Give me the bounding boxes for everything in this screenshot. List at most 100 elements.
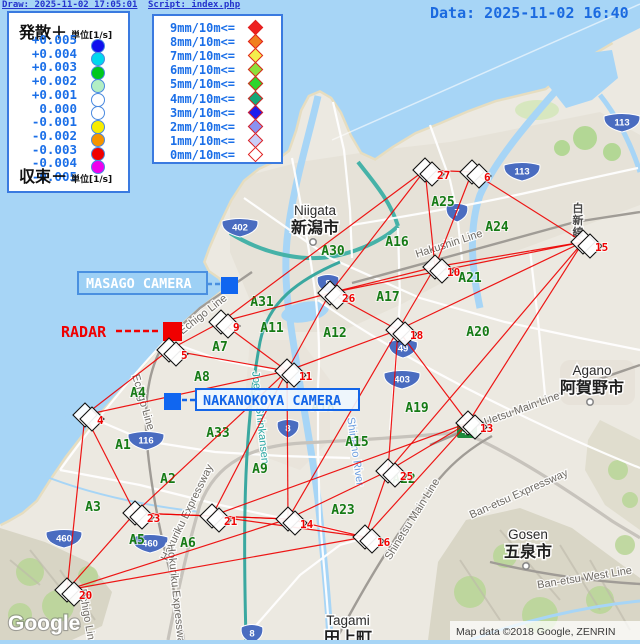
nakanokoya-camera-marker[interactable] xyxy=(164,393,181,410)
area-label: A8 xyxy=(194,370,210,385)
node-number: 11 xyxy=(299,370,313,383)
divergence-color-swatch xyxy=(91,133,105,147)
radar-marker[interactable] xyxy=(163,322,182,341)
area-label: A30 xyxy=(321,244,345,259)
node-number: 15 xyxy=(595,241,608,254)
area-label: A19 xyxy=(405,401,428,416)
rainfall-legend: 9mm/10m<=8mm/10m<=7mm/10m<=6mm/10m<=5mm/… xyxy=(152,14,283,164)
divergence-value: +0.002 xyxy=(15,74,77,87)
route-badge-number: 49 xyxy=(398,344,409,355)
divergence-color-swatch xyxy=(91,79,105,93)
divergence-value: 0.000 xyxy=(15,102,77,115)
rainfall-threshold-label: 2mm/10m<= xyxy=(170,120,235,134)
city-marker-dot xyxy=(310,239,316,245)
route-badge-number: 460 xyxy=(56,534,72,545)
city-name-ja: 田上町 xyxy=(324,629,372,640)
node-number: 27 xyxy=(437,169,450,182)
rainfall-color-swatch xyxy=(248,104,264,120)
area-label: A23 xyxy=(331,503,354,518)
rainfall-threshold-label: 3mm/10m<= xyxy=(170,106,235,120)
divergence-color-swatch xyxy=(91,39,105,53)
area-label: A15 xyxy=(345,435,368,450)
city-name-en: Tagami xyxy=(326,613,370,628)
area-label: A24 xyxy=(485,220,509,235)
route-badge-number: 116 xyxy=(138,436,153,447)
rainfall-threshold-label: 9mm/10m<= xyxy=(170,21,235,35)
area-label: A16 xyxy=(385,235,409,250)
rainfall-color-swatch xyxy=(248,147,264,163)
divergence-value: -0.002 xyxy=(15,129,77,142)
route-badge: 8 xyxy=(241,625,263,641)
node-number: 10 xyxy=(447,266,460,279)
area-label: A21 xyxy=(458,271,482,286)
city-marker-dot xyxy=(523,563,529,569)
google-logo: Google xyxy=(8,612,80,635)
area-label: A2 xyxy=(160,472,176,487)
rainfall-color-swatch xyxy=(248,118,264,134)
city-name-en: Agano xyxy=(572,363,611,378)
divergence-color-swatch xyxy=(91,106,105,120)
monitoring-page: 40211311371164604608884940349 Echigo Lin… xyxy=(0,0,640,640)
rainfall-threshold-label: 4mm/10m<= xyxy=(170,92,235,106)
city-name-en: Gosen xyxy=(508,527,548,542)
rainfall-threshold-label: 7mm/10m<= xyxy=(170,49,235,63)
city-label: Tagami田上町 xyxy=(324,613,372,640)
rainfall-color-swatch xyxy=(248,76,264,92)
divergence-value: +0.005 xyxy=(15,33,77,46)
node-number: 4 xyxy=(97,414,104,427)
data-timestamp: Data: 2025-11-02 16:40 xyxy=(430,4,629,22)
divergence-color-swatch xyxy=(91,93,105,107)
area-label: A9 xyxy=(252,462,268,477)
divergence-value: +0.004 xyxy=(15,47,77,60)
area-label: A11 xyxy=(260,321,284,336)
node-number: 16 xyxy=(377,536,391,549)
city-name-ja: 新潟市 xyxy=(291,218,339,237)
node-number: 23 xyxy=(147,512,160,525)
city-name-ja: 阿賀野市 xyxy=(560,378,624,397)
route-badge-number: 113 xyxy=(614,118,629,129)
area-label: A4 xyxy=(130,386,146,401)
masago-camera-label[interactable]: MASAGO CAMERA xyxy=(78,272,220,294)
node-number: 9 xyxy=(233,321,240,334)
node-number: 21 xyxy=(224,515,238,528)
node-number: 13 xyxy=(480,422,493,435)
divergence-value: +0.001 xyxy=(15,88,77,101)
rainfall-threshold-label: 5mm/10m<= xyxy=(170,77,235,91)
convergence-legend-unit: 単位[1/s] xyxy=(71,175,112,185)
draw-timestamp: Draw: 2025-11-02 17:05:01 xyxy=(2,0,137,10)
rainfall-threshold-label: 6mm/10m<= xyxy=(170,63,235,77)
city-marker-dot xyxy=(587,399,593,405)
attribution-text: Map data ©2018 Google, ZENRIN xyxy=(456,626,615,638)
radar-label-text: RADAR xyxy=(61,323,107,341)
masago-camera-label-text: MASAGO CAMERA xyxy=(86,276,192,292)
script-name: Script: index.php xyxy=(148,0,240,10)
nakanokoya-camera-label[interactable]: NAKANOKOYA CAMERA xyxy=(182,389,359,410)
area-label: A25 xyxy=(431,195,454,210)
node-number: 20 xyxy=(79,589,92,602)
route-badge-number: 403 xyxy=(394,375,410,386)
area-label: A7 xyxy=(212,340,228,355)
rainfall-threshold-label: 1mm/10m<= xyxy=(170,134,235,148)
rainfall-threshold-label: 8mm/10m<= xyxy=(170,35,235,49)
masago-camera-marker[interactable] xyxy=(221,277,238,294)
nakanokoya-camera-label-text: NAKANOKOYA CAMERA xyxy=(203,393,341,409)
area-label: A3 xyxy=(85,500,101,515)
area-label: A20 xyxy=(466,325,490,340)
area-label: A5 xyxy=(129,533,145,548)
route-badge-number: 8 xyxy=(249,629,254,640)
divergence-legend: 発散＋単位[1/s] +0.005+0.004+0.003+0.002+0.00… xyxy=(7,11,130,193)
area-label: A17 xyxy=(376,290,399,305)
rainfall-color-swatch xyxy=(248,90,264,106)
divergence-value: -0.001 xyxy=(15,115,77,128)
convergence-legend-title: 収束－単位[1/s] xyxy=(19,163,112,187)
node-number: 25 xyxy=(400,470,413,483)
node-number: 14 xyxy=(300,518,314,531)
rainfall-threshold-label: 0mm/10m<= xyxy=(170,148,235,162)
node-number: 18 xyxy=(410,329,423,342)
divergence-color-swatch xyxy=(91,52,105,66)
city-name-en: Niigata xyxy=(294,203,337,218)
route-badge-number: 402 xyxy=(232,223,248,234)
route-badge-number: 113 xyxy=(514,167,529,178)
area-label: A12 xyxy=(323,326,346,341)
node-number: 6 xyxy=(484,171,491,184)
